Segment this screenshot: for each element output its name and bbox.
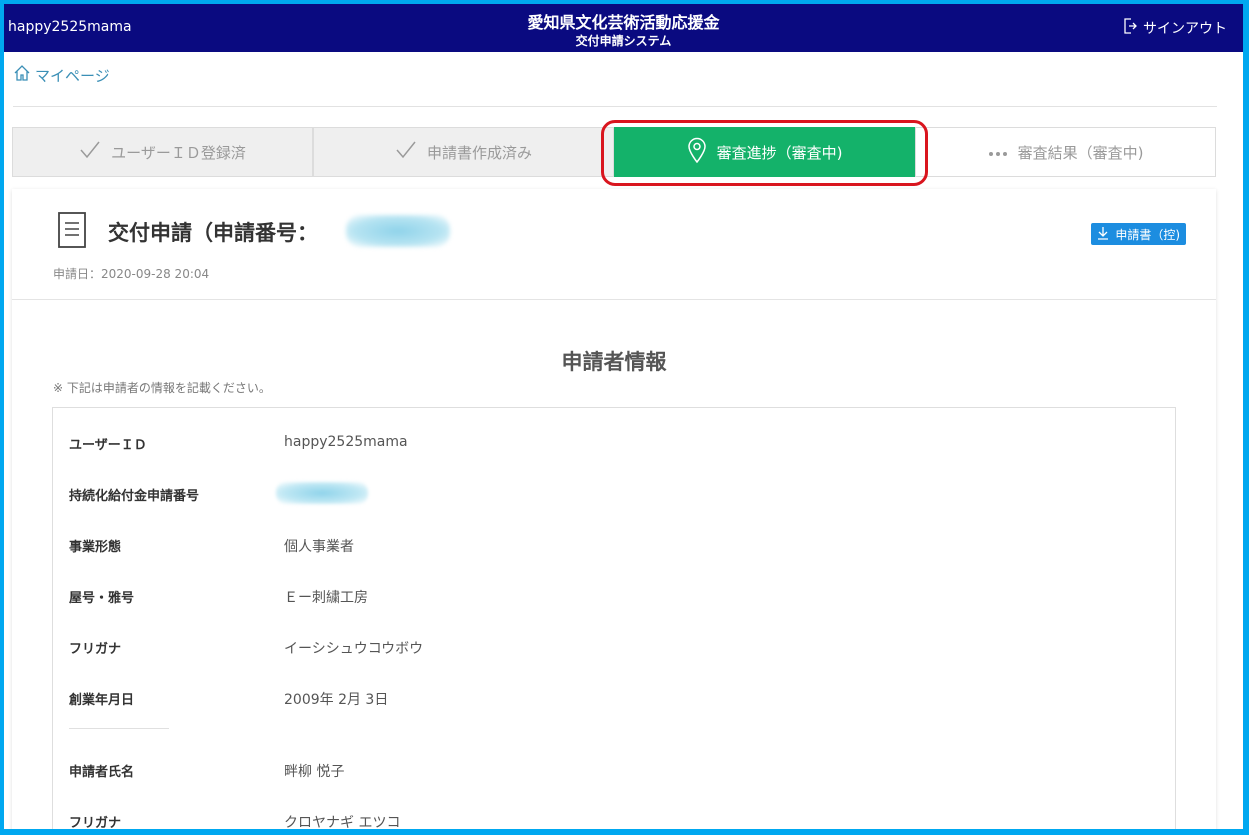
app-title: 愛知県文化芸術活動応援金	[527, 13, 720, 32]
signout-label: サインアウト	[1143, 21, 1227, 37]
document-icon	[57, 211, 87, 253]
signout-button[interactable]: サインアウト	[1123, 18, 1227, 38]
step-label: 申請書作成済み	[426, 143, 532, 162]
download-application-button[interactable]: 申請書（控)	[1091, 223, 1186, 245]
row-label: 事業形態	[69, 540, 122, 555]
location-pin-icon	[687, 137, 707, 167]
row-value: Ｅー刺繍工房	[284, 590, 368, 606]
row-value: 畔柳 悦子	[284, 764, 345, 780]
row-value	[276, 482, 368, 508]
home-icon	[13, 64, 31, 86]
info-row: フリガナ イーシシュウコウボウ	[69, 638, 1149, 658]
application-date: 申請日：2020-09-28 20:04	[53, 267, 210, 281]
header-bar: happy2525mama 愛知県文化芸術活動応援金 交付申請システム サインア…	[4, 4, 1243, 52]
info-row: 創業年月日 2009年 2月 3日	[69, 689, 1149, 709]
card-header: 交付申請（申請番号： 申請日：2020-09-28 20:04 申請書（控)	[12, 189, 1216, 300]
row-value: イーシシュウコウボウ	[284, 641, 424, 657]
step-user-id: ユーザーＩＤ登録済	[12, 127, 313, 177]
row-label: ユーザーＩＤ	[69, 438, 147, 453]
applicant-info-table: ユーザーＩＤ happy2525mama 持続化給付金申請番号 事業形態 個人事…	[52, 407, 1176, 829]
row-label: 屋号・雅号	[69, 591, 135, 606]
mypage-link[interactable]: マイページ	[35, 65, 110, 86]
info-row: 屋号・雅号 Ｅー刺繍工房	[69, 587, 1149, 607]
check-icon	[79, 141, 101, 163]
step-review-progress: 審査進捗（審査中)	[614, 127, 915, 177]
app-subtitle: 交付申請システム	[575, 34, 672, 48]
row-label: フリガナ	[69, 642, 122, 657]
application-card: 交付申請（申請番号： 申請日：2020-09-28 20:04 申請書（控) 申…	[12, 189, 1216, 829]
signout-icon	[1123, 18, 1137, 38]
row-value: happy2525mama	[284, 434, 408, 450]
breadcrumb-mypage[interactable]: マイページ	[13, 64, 110, 86]
step-label: ユーザーＩＤ登録済	[111, 143, 246, 162]
divider	[69, 728, 169, 729]
info-row: 申請者氏名 畔柳 悦子	[69, 761, 1149, 781]
row-label: 創業年月日	[69, 693, 135, 708]
ellipsis-icon	[988, 143, 1008, 161]
info-row: 事業形態 個人事業者	[69, 536, 1149, 556]
row-value: クロヤナギ エツコ	[284, 815, 401, 829]
row-label: 持続化給付金申請番号	[69, 489, 200, 504]
section-note: ※ 下記は申請者の情報を記載ください。	[53, 381, 271, 395]
section-title: 申請者情報	[561, 350, 667, 374]
step-application-created: 申請書作成済み	[313, 127, 614, 177]
row-value: 2009年 2月 3日	[284, 692, 389, 708]
info-row: ユーザーＩＤ happy2525mama	[69, 434, 1149, 454]
redacted-value	[276, 482, 368, 504]
step-review-result: 審査結果（審査中)	[915, 127, 1216, 177]
app-frame: happy2525mama 愛知県文化芸術活動応援金 交付申請システム サインア…	[4, 4, 1243, 829]
step-label: 審査結果（審査中)	[1017, 143, 1144, 162]
redacted-application-number	[346, 215, 450, 247]
progress-steps: ユーザーＩＤ登録済 申請書作成済み 審査進捗（審査中) 審査結果（審査中)	[12, 127, 1216, 177]
download-label: 申請書（控)	[1115, 227, 1180, 242]
application-title: 交付申請（申請番号：	[108, 221, 318, 245]
check-icon	[395, 141, 417, 163]
info-row: フリガナ クロヤナギ エツコ	[69, 812, 1149, 829]
download-icon	[1097, 226, 1109, 243]
info-row: 持続化給付金申請番号	[69, 482, 1149, 508]
row-label: 申請者氏名	[69, 765, 135, 780]
step-label: 審査進捗（審査中)	[716, 143, 843, 162]
row-value: 個人事業者	[284, 539, 354, 555]
divider	[13, 106, 1217, 107]
row-label: フリガナ	[69, 816, 122, 829]
